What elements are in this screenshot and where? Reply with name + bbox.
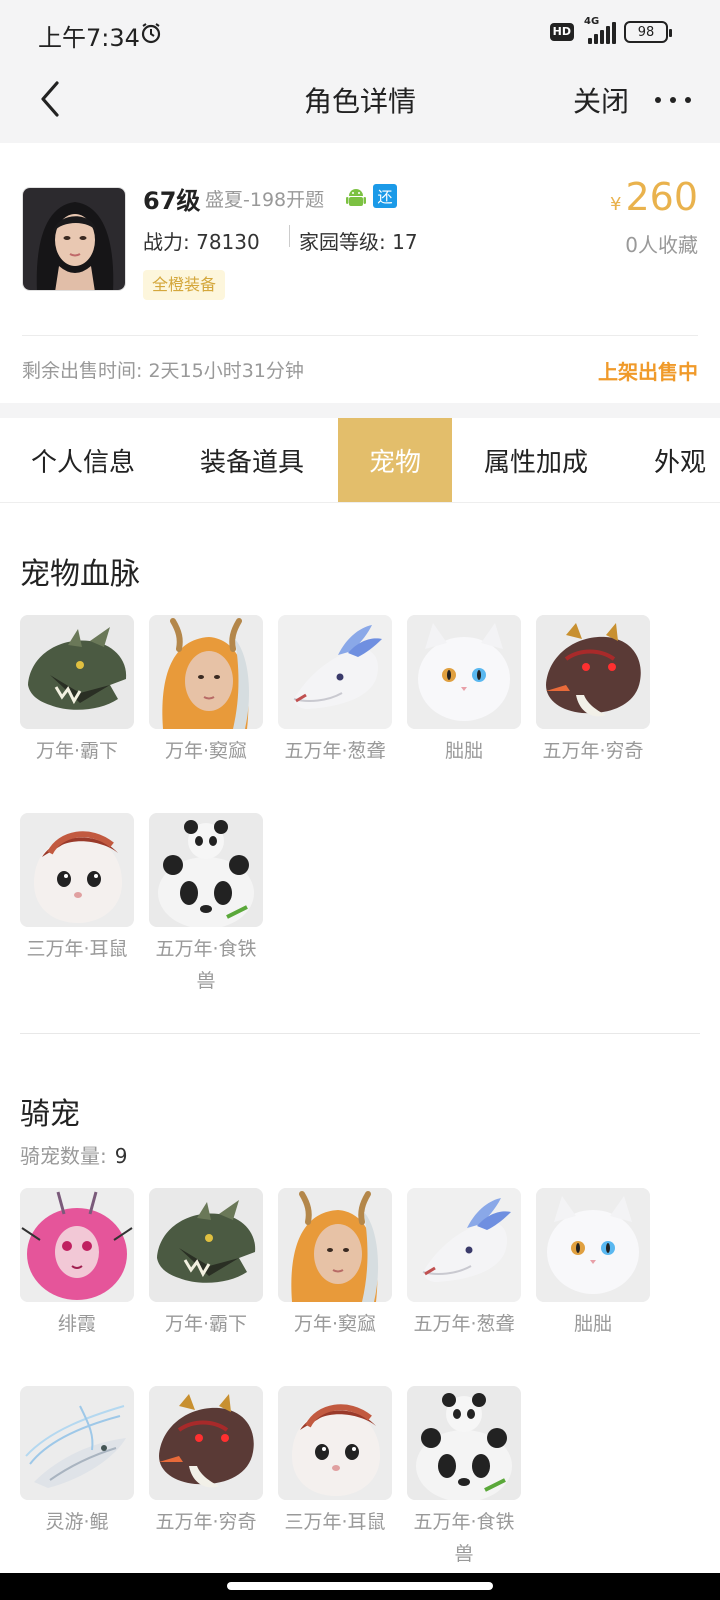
- red-tiger-pet-icon[interactable]: [536, 615, 650, 729]
- bloodline-name: 五万年·食铁兽: [155, 938, 257, 992]
- red-tiger-pet-icon[interactable]: [149, 1386, 263, 1500]
- mouse-pet-icon[interactable]: [278, 1386, 392, 1500]
- home-level: 家园等级: 17: [299, 230, 418, 254]
- panda-pet-icon[interactable]: [407, 1386, 521, 1500]
- equip-tag: 全橙装备: [143, 270, 226, 300]
- bloodline-name: 三万年·耳鼠: [26, 938, 128, 960]
- network-type: 4G: [584, 16, 600, 27]
- tab-attributes[interactable]: 属性加成: [452, 418, 620, 502]
- mount-item[interactable]: 绯霞: [20, 1188, 134, 1376]
- home-indicator: [0, 1573, 720, 1600]
- white-wolf-pet-icon[interactable]: [278, 615, 392, 729]
- dragon-pet-icon[interactable]: [149, 1188, 263, 1302]
- fox-girl-pet-icon[interactable]: [149, 615, 263, 729]
- hd-icon: HD: [549, 23, 574, 41]
- mouse-pet-icon[interactable]: [20, 813, 134, 927]
- pink-furball-pet-icon[interactable]: [20, 1188, 134, 1302]
- divider: [22, 335, 698, 336]
- divider: [289, 225, 290, 247]
- mount-item[interactable]: 灵游·鲲: [20, 1386, 134, 1574]
- alarm-icon: [140, 22, 162, 48]
- panda-pet-icon[interactable]: [149, 813, 263, 927]
- role-server: 盛夏-198开题: [205, 189, 325, 211]
- remaining-time: 剩余出售时间: 2天15小时31分钟: [22, 360, 304, 382]
- chevron-left-icon: [41, 81, 59, 117]
- mount-name: 万年·窫窳: [293, 1313, 377, 1335]
- currency-symbol: ¥: [610, 194, 622, 215]
- status-icons: HD 4G 98: [549, 16, 672, 44]
- price: ¥ 260: [610, 175, 698, 219]
- section-divider: [20, 1033, 700, 1034]
- battery-icon: 98: [624, 21, 672, 43]
- mount-name: 五万年·食铁兽: [413, 1511, 515, 1565]
- white-cat-pet-icon[interactable]: [407, 615, 521, 729]
- pet-bloodline-title: 宠物血脉: [20, 557, 140, 592]
- mount-item[interactable]: 万年·窫窳: [278, 1188, 392, 1376]
- fox-girl-pet-icon[interactable]: [278, 1188, 392, 1302]
- tab-bar: 个人信息 装备道具 宠物 属性加成 外观: [0, 418, 720, 503]
- mount-count: 骑宠数量: 9: [20, 1140, 127, 1169]
- mount-name: 五万年·葱聋: [413, 1313, 515, 1335]
- bloodline-item[interactable]: 三万年·耳鼠: [20, 813, 134, 1001]
- bloodline-item[interactable]: 五万年·食铁兽: [149, 813, 263, 1001]
- tab-pets[interactable]: 宠物: [338, 418, 452, 502]
- bloodline-name: 万年·窫窳: [164, 740, 248, 762]
- mount-item[interactable]: 三万年·耳鼠: [278, 1386, 392, 1574]
- pet-content: 宠物血脉 万年·霸下 万年·窫窳 五万年·葱聋 朏朏 五万年·穷奇 三万年·耳鼠 五万年·食…: [0, 503, 720, 1573]
- tab-equipment[interactable]: 装备道具: [166, 418, 338, 502]
- mount-name: 绯霞: [57, 1313, 96, 1335]
- tab-personal-info[interactable]: 个人信息: [0, 418, 166, 502]
- mount-item[interactable]: 五万年·葱聋: [407, 1188, 521, 1376]
- mount-count-value: 9: [114, 1144, 128, 1168]
- favorites-count: 0人收藏: [625, 233, 698, 257]
- bloodline-name: 朏朏: [444, 740, 483, 762]
- bloodline-item[interactable]: 万年·霸下: [20, 615, 134, 803]
- mount-name: 灵游·鲲: [45, 1511, 109, 1533]
- close-button[interactable]: 关闭: [573, 80, 629, 120]
- sale-status: 上架出售中: [598, 360, 698, 384]
- role-level: 67级: [143, 187, 201, 215]
- status-time: 上午7:34: [38, 24, 140, 52]
- mount-name: 五万年·穷奇: [155, 1511, 257, 1533]
- signal-icon: 4G: [582, 16, 616, 44]
- role-card: 67级 盛夏-198开题 还 战力: 78130 家园等级: 17 全橙装备 ¥…: [0, 143, 720, 403]
- bloodline-item[interactable]: 朏朏: [407, 615, 521, 803]
- mount-item[interactable]: 朏朏: [536, 1188, 650, 1376]
- return-badge: 还: [373, 184, 397, 208]
- role-power: 战力: 78130: [143, 230, 260, 254]
- mount-name: 朏朏: [573, 1313, 612, 1335]
- tab-appearance[interactable]: 外观: [620, 418, 720, 502]
- more-icon[interactable]: [655, 84, 691, 116]
- mount-name: 三万年·耳鼠: [284, 1511, 386, 1533]
- mounts-title: 骑宠: [20, 1097, 80, 1132]
- dragon-pet-icon[interactable]: [20, 615, 134, 729]
- pet-bloodline-grid: 万年·霸下 万年·窫窳 五万年·葱聋 朏朏 五万年·穷奇三万年·耳鼠 五万年·食铁兽: [20, 615, 700, 1001]
- fish-pet-icon[interactable]: [20, 1386, 134, 1500]
- nav-bar: 角色详情 关闭: [0, 66, 720, 134]
- mount-item[interactable]: 万年·霸下: [149, 1188, 263, 1376]
- mount-count-label: 骑宠数量:: [20, 1144, 107, 1168]
- bloodline-item[interactable]: 万年·窫窳: [149, 615, 263, 803]
- avatar[interactable]: [22, 187, 126, 291]
- mounts-grid: 绯霞 万年·霸下 万年·窫窳 五万年·葱聋 朏朏灵游·鲲 五万年·穷奇 三万年·耳鼠 五万年·…: [20, 1188, 700, 1574]
- white-wolf-pet-icon[interactable]: [407, 1188, 521, 1302]
- mount-item[interactable]: 五万年·食铁兽: [407, 1386, 521, 1574]
- bloodline-item[interactable]: 五万年·葱聋: [278, 615, 392, 803]
- bloodline-name: 万年·霸下: [35, 740, 119, 762]
- mount-item[interactable]: 五万年·穷奇: [149, 1386, 263, 1574]
- android-icon: [346, 187, 366, 209]
- back-button[interactable]: [30, 74, 70, 124]
- white-cat-pet-icon[interactable]: [536, 1188, 650, 1302]
- bloodline-name: 五万年·葱聋: [284, 740, 386, 762]
- home-bar[interactable]: [227, 1582, 493, 1590]
- bloodline-name: 五万年·穷奇: [542, 740, 644, 762]
- price-value: 260: [625, 175, 698, 219]
- bloodline-item[interactable]: 五万年·穷奇: [536, 615, 650, 803]
- mount-name: 万年·霸下: [164, 1313, 248, 1335]
- battery-level: 98: [637, 24, 655, 40]
- status-bar: 上午7:34 HD 4G 98: [0, 0, 720, 66]
